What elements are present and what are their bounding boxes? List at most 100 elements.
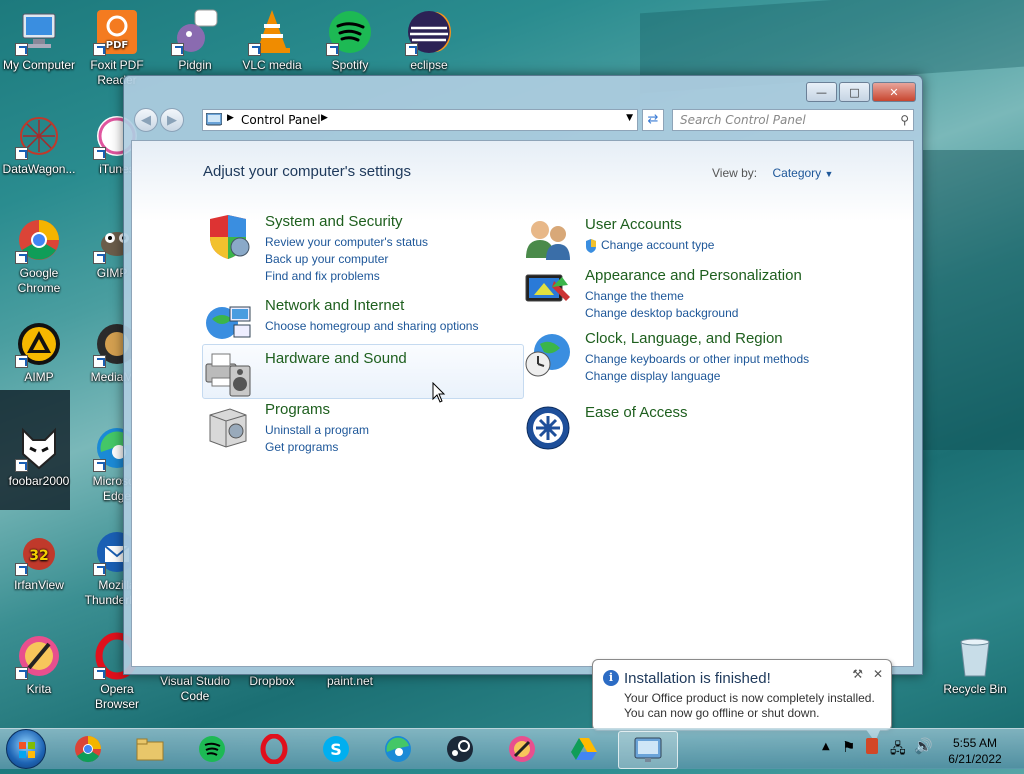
uac-shield-icon [585,239,597,258]
notification-title: Installation is finished! [624,670,771,687]
control-panel-window: — □ ✕ ◀ ▶ ▶ Control Panel ▶ ▼ ⇄ Search C… [123,75,923,675]
system-security-title[interactable]: System and Security [265,213,403,230]
view-by-dropdown[interactable]: Category ▼ [772,166,833,180]
programs-title[interactable]: Programs [265,401,330,418]
chevron-down-icon: ▼ [824,169,834,179]
taskbar-control-panel[interactable] [618,731,678,769]
desktop-icon-irfanview[interactable]: 32 IrfanView [0,528,78,593]
action-center-flag-icon[interactable]: ⚑ [842,738,855,756]
steam-icon [447,736,473,762]
refresh-button[interactable]: ⇄ [642,109,664,131]
change-display-language-link[interactable]: Change display language [585,368,809,385]
breadcrumb-chevron-icon[interactable]: ▶ [321,113,328,123]
datawagon-icon [15,112,63,160]
desktop-icon-krita[interactable]: Krita [0,632,78,697]
forward-button[interactable]: ▶ [160,108,184,132]
desktop-icon-foobar2000[interactable]: foobar2000 [0,424,78,489]
foxit-pdf-icon: PDF [93,8,141,56]
maximize-button[interactable]: □ [839,82,870,102]
svg-text:PDF: PDF [106,40,128,51]
breadcrumb-separator-icon: ▶ [227,113,234,123]
desktop-icon-spotify[interactable]: Spotify [311,8,389,73]
taskbar-spotify[interactable] [196,733,228,765]
user-accounts-title[interactable]: User Accounts [585,216,682,233]
taskbar: S ▲ ⚑ 🖧 🔊 5:55 AM 6/21/2022 [0,728,1024,769]
desktop-icon-pidgin[interactable]: Pidgin [156,8,234,73]
programs-box-icon [209,408,247,448]
taskbar-opera[interactable] [258,733,290,765]
get-programs-link[interactable]: Get programs [265,439,369,456]
view-by-label: View by: [712,166,758,180]
taskbar-edge[interactable] [382,733,414,765]
desktop-icon-datawagon[interactable]: DataWagon... [0,112,78,177]
notification-line-2: You can now go offline or shut down. [624,706,820,720]
info-icon: i [603,670,619,686]
address-dropdown-icon[interactable]: ▼ [626,113,633,123]
search-placeholder: Search Control Panel [680,113,806,127]
start-button[interactable] [6,729,46,769]
recycle-bin-icon [951,632,999,680]
desktop-icon-aimp[interactable]: AIMP [0,320,78,385]
show-hidden-icons-icon[interactable]: ▲ [822,741,830,752]
clock-language-region-title[interactable]: Clock, Language, and Region [585,330,783,347]
find-fix-problems-link[interactable]: Find and fix problems [265,268,428,285]
address-bar[interactable]: ▶ Control Panel ▶ ▼ [202,109,638,131]
close-button[interactable]: ✕ [872,82,916,102]
appearance-title[interactable]: Appearance and Personalization [585,267,802,284]
view-by: View by: Category ▼ [712,166,833,180]
back-button[interactable]: ◀ [134,108,158,132]
wrench-icon[interactable]: ⚒ [852,667,863,681]
search-input[interactable]: Search Control Panel ⚲ [672,109,914,131]
clock-date: 6/21/2022 [948,752,1002,766]
krita-icon [15,632,63,680]
search-icon[interactable]: ⚲ [900,113,909,127]
change-desktop-background-link[interactable]: Change desktop background [585,305,738,322]
clock-globe-icon [525,334,570,377]
desktop-icon-eclipse[interactable]: eclipse [390,8,468,73]
desktop-icon-vlc[interactable]: VLC media [233,8,311,73]
chrome-icon [75,736,101,763]
desktop-icon-my-computer[interactable]: My Computer [0,8,78,73]
taskbar-google-drive[interactable] [568,733,600,765]
skype-icon: S [323,736,349,762]
network-globe-icon [206,306,251,339]
users-icon [526,221,570,260]
notification-line-1: Your Office product is now completely in… [624,691,875,705]
network-internet-title[interactable]: Network and Internet [265,297,404,314]
breadcrumb-control-panel[interactable]: Control Panel [241,113,321,127]
control-panel-icon [634,737,662,762]
change-keyboards-link[interactable]: Change keyboards or other input methods [585,351,809,368]
svg-text:S: S [330,740,342,759]
window-controls: — □ ✕ [806,82,916,102]
google-drive-icon [571,738,597,760]
taskbar-skype[interactable]: S [320,733,352,765]
control-panel-icon [206,113,222,126]
uninstall-program-link[interactable]: Uninstall a program [265,422,369,439]
minimize-button[interactable]: — [806,82,837,102]
homegroup-sharing-link[interactable]: Choose homegroup and sharing options [265,318,478,335]
volume-icon[interactable]: 🔊 [914,737,933,755]
taskbar-clock[interactable]: 5:55 AM 6/21/2022 [940,735,1010,767]
taskbar-explorer[interactable] [134,733,166,765]
navigation-bar: ◀ ▶ ▶ Control Panel ▶ ▼ ⇄ Search Control… [130,108,916,132]
taskbar-chrome[interactable] [72,733,104,765]
vlc-icon [248,8,296,56]
review-status-link[interactable]: Review your computer's status [265,234,428,251]
taskbar-steam[interactable] [444,733,476,765]
chrome-icon [15,216,63,264]
hardware-sound-title[interactable]: Hardware and Sound [265,350,407,367]
taskbar-krita[interactable] [506,733,538,765]
mouse-cursor-icon [432,382,446,403]
computer-icon [15,8,63,56]
network-icon[interactable]: 🖧 [890,738,906,762]
change-account-type-link[interactable]: Change account type [601,237,714,254]
office-icon[interactable] [866,738,878,754]
ease-of-access-title[interactable]: Ease of Access [585,404,688,421]
notification-balloon[interactable]: i Installation is finished! ⚒ ✕ Your Off… [592,659,892,742]
back-up-link[interactable]: Back up your computer [265,251,428,268]
desktop-icon-recycle-bin[interactable]: Recycle Bin [936,632,1014,697]
folder-icon [136,738,164,761]
notification-close-button[interactable]: ✕ [873,667,883,681]
change-theme-link[interactable]: Change the theme [585,288,738,305]
desktop-icon-chrome[interactable]: Google Chrome [0,216,78,296]
